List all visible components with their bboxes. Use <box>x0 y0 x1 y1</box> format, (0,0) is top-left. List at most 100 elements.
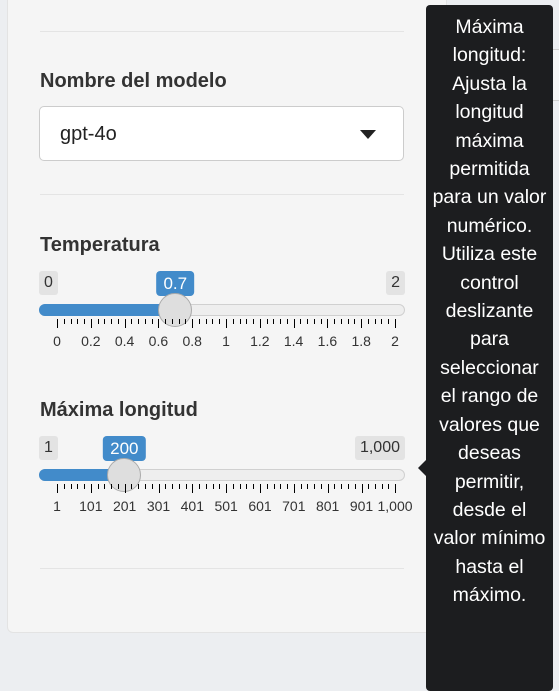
slider-minor-tick <box>144 319 146 324</box>
slider-minor-tick <box>273 484 275 489</box>
model-selected-value: gpt-4o <box>60 123 117 145</box>
temperature-slider[interactable]: 0 2 0.7 0 0.2 0.4 0.6 0.8 1 1.2 1.4 1.6 1.8 2 <box>39 271 405 371</box>
slider-minor-tick <box>138 319 140 324</box>
slider-tick-label: 901 <box>349 498 374 514</box>
slider-minor-tick <box>117 319 119 324</box>
slider-major-tick <box>226 484 228 493</box>
slider-major-tick <box>90 319 92 328</box>
slider-minor-tick <box>77 484 79 489</box>
slider-minor-tick <box>340 319 342 324</box>
slider-minor-tick <box>212 319 214 324</box>
slider-minor-tick <box>171 319 173 324</box>
slider-minor-tick <box>347 319 349 324</box>
slider-minor-tick <box>286 319 288 324</box>
slider-max-label: 2 <box>386 271 405 295</box>
slider-minor-tick <box>388 484 390 489</box>
slider-tick-label: 0.6 <box>148 333 169 349</box>
slider-minor-tick <box>165 319 167 324</box>
slider-major-tick <box>361 319 363 328</box>
slider-min-label: 0 <box>39 271 58 295</box>
slider-major-tick <box>192 319 194 328</box>
slider-major-tick <box>226 319 227 328</box>
slider-minor-tick <box>381 484 383 489</box>
slider-minor-tick <box>300 319 302 324</box>
slider-minor-tick <box>232 484 234 489</box>
slider-minor-tick <box>266 319 268 324</box>
slider-minor-tick <box>97 319 99 324</box>
slider-tick-label: 201 <box>112 498 137 514</box>
slider-minor-tick <box>104 484 106 489</box>
slider-fill <box>39 304 176 316</box>
slider-tick-label: 0.2 <box>81 333 101 349</box>
slider-minor-tick <box>70 319 72 324</box>
slider-major-tick <box>293 319 295 328</box>
model-label: Nombre del modelo <box>40 70 227 92</box>
slider-minor-tick <box>300 484 302 489</box>
slider-handle[interactable] <box>158 293 193 327</box>
slider-minor-tick <box>131 484 133 489</box>
slider-minor-tick <box>70 484 72 489</box>
slider-minor-tick <box>198 319 200 324</box>
slider-minor-tick <box>151 484 153 489</box>
slider-major-tick <box>57 319 58 328</box>
slider-minor-tick <box>334 319 336 324</box>
slider-tick-label: 1.4 <box>283 333 304 349</box>
slider-major-tick <box>90 484 92 493</box>
slider-minor-tick <box>374 484 376 489</box>
slider-minor-tick <box>307 319 309 324</box>
divider <box>40 568 404 569</box>
slider-minor-tick <box>280 484 282 489</box>
slider-major-tick <box>395 319 396 328</box>
slider-major-tick <box>158 484 160 493</box>
slider-minor-tick <box>341 484 343 489</box>
slider-tick-label: 1.2 <box>250 333 270 349</box>
model-select[interactable]: gpt-4o <box>39 106 404 161</box>
slider-minor-tick <box>273 319 275 324</box>
slider-major-tick <box>361 484 363 493</box>
slider-minor-tick <box>138 484 140 489</box>
slider-tick-label: 701 <box>282 498 306 514</box>
sidebar-panel: Nombre del modelo gpt-4o Temperatura 0 2… <box>7 0 447 633</box>
slider-minor-tick <box>111 484 113 489</box>
slider-minor-tick <box>374 319 376 324</box>
slider-minor-tick <box>354 484 356 489</box>
slider-minor-tick <box>253 484 255 489</box>
slider-minor-tick <box>205 484 207 489</box>
slider-minor-tick <box>388 319 390 324</box>
slider-tick-label: 0 <box>53 333 61 349</box>
temperature-label: Temperatura <box>40 234 160 256</box>
slider-tick-label: 1.8 <box>351 333 371 349</box>
slider-minor-tick <box>84 319 86 324</box>
max-length-slider[interactable]: 1 1,000 200 1 101 201 301 401 501 601 701 801 901… <box>39 436 413 536</box>
slider-minor-tick <box>131 319 133 324</box>
slider-tick-label: 1 <box>222 333 230 349</box>
slider-tick-label: 2 <box>391 333 399 349</box>
slider-minor-tick <box>199 484 201 489</box>
slider-major-tick <box>192 484 194 493</box>
slider-minor-tick <box>368 484 370 489</box>
slider-tick-label: 801 <box>315 498 340 514</box>
slider-major-tick <box>260 484 261 493</box>
slider-minor-tick <box>246 319 248 324</box>
slider-minor-tick <box>144 484 146 489</box>
slider-minor-tick <box>178 484 180 489</box>
slider-minor-tick <box>77 319 79 324</box>
divider <box>40 31 404 32</box>
slider-minor-tick <box>219 319 221 324</box>
slider-minor-tick <box>354 319 356 324</box>
slider-minor-tick <box>239 319 241 324</box>
slider-minor-tick <box>151 319 153 324</box>
slider-minor-tick <box>178 319 180 324</box>
divider <box>40 194 404 195</box>
slider-minor-tick <box>185 484 187 489</box>
slider-major-tick <box>124 319 126 328</box>
slider-minor-tick <box>367 319 369 324</box>
slider-minor-tick <box>205 319 207 324</box>
slider-minor-tick <box>165 484 167 489</box>
slider-minor-tick <box>320 319 322 324</box>
slider-minor-tick <box>63 484 65 489</box>
slider-minor-tick <box>280 319 282 324</box>
slider-min-label: 1 <box>39 436 58 460</box>
slider-minor-tick <box>212 484 214 489</box>
max-length-label: Máxima longitud <box>40 399 198 421</box>
